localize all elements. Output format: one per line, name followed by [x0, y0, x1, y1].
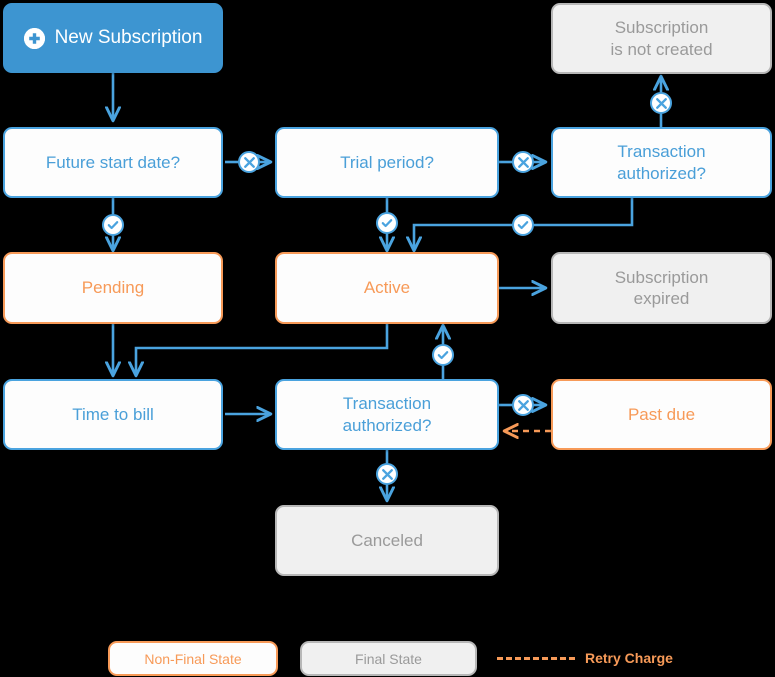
x-circle-icon-transaction-authorized-to-not-created	[650, 92, 672, 114]
legend-item-final-state: Final State	[300, 641, 477, 676]
x-circle-icon-trial-period-to-transaction-authorized	[512, 151, 534, 173]
legend-item-retry-charge: Retry Charge	[497, 650, 673, 666]
legend-retry-charge-label: Retry Charge	[585, 650, 673, 666]
legend-final-state-label: Final State	[355, 650, 422, 667]
x-circle-icon-transaction-authorized-bottom-to-canceled	[376, 463, 398, 485]
check-circle-icon-future-start-date-to-pending	[102, 214, 124, 236]
check-circle-icon-trial-period-to-active	[376, 212, 398, 234]
x-circle-icon-future-start-date-to-trial-period	[238, 151, 260, 173]
check-circle-icon-transaction-authorized-to-active	[512, 214, 534, 236]
dashed-line-icon	[497, 656, 575, 660]
legend-non-final-state-label: Non-Final State	[144, 650, 242, 667]
check-circle-icon-transaction-authorized-bottom-to-active	[432, 344, 454, 366]
x-circle-icon-transaction-authorized-bottom-to-past-due	[512, 394, 534, 416]
subscription-lifecycle-diagram: New Subscription Future start date? Tria…	[0, 0, 775, 677]
legend-item-non-final-state: Non-Final State	[108, 641, 278, 676]
